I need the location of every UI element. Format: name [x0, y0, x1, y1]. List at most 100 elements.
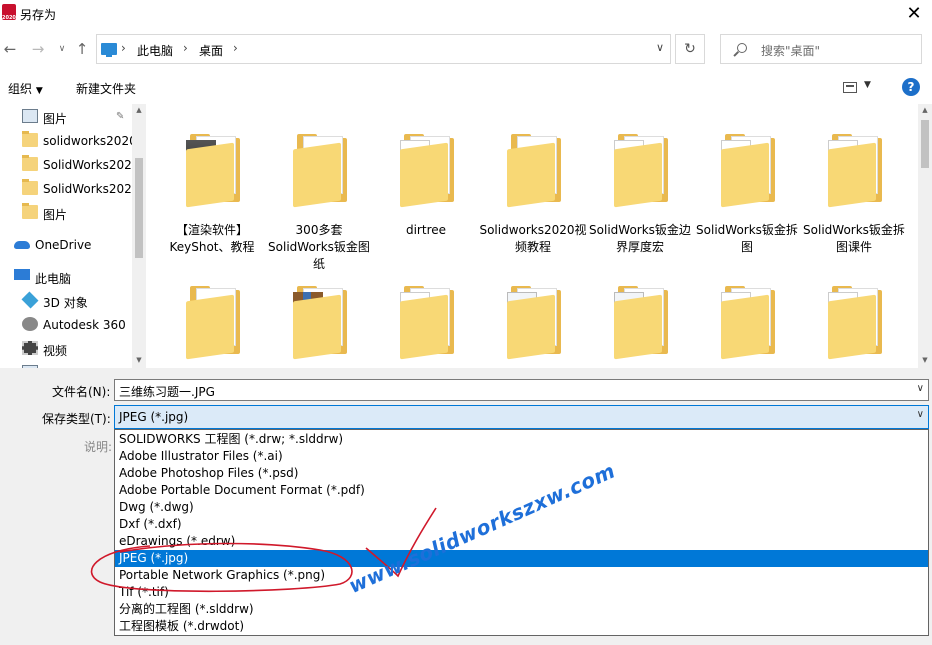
folder-icon: [717, 284, 779, 360]
file-tile[interactable]: SolidWorks钣金拆图课件: [803, 118, 905, 268]
folder-icon: [396, 284, 458, 360]
chevron-down-icon[interactable]: ∨: [917, 383, 924, 394]
filetype-select[interactable]: JPEG (*.jpg) ∨: [114, 405, 929, 429]
sidebar-item-folder[interactable]: solidworks2020: [0, 130, 132, 152]
file-tile-label: SolidWorks钣金边界厚度宏: [589, 223, 691, 254]
sidebar-item-autodesk-360[interactable]: Autodesk 360: [0, 314, 132, 336]
file-tile[interactable]: dirtree: [376, 118, 476, 268]
folder-icon: [717, 132, 779, 208]
filename-label: 文件名(N):: [52, 385, 111, 399]
forward-arrow-icon[interactable]: →: [28, 38, 48, 60]
up-arrow-icon[interactable]: ↑: [72, 38, 92, 60]
3d-objects-icon: [21, 291, 39, 309]
file-tile[interactable]: 300多套SolidWorks钣金图纸: [268, 118, 370, 271]
autodesk-icon: [22, 317, 38, 331]
breadcrumb-separator-icon[interactable]: ›: [233, 41, 238, 55]
filetype-option[interactable]: Adobe Photoshop Files (*.psd): [115, 465, 928, 482]
view-mode-icon[interactable]: [843, 82, 857, 93]
pictures-icon: [22, 109, 38, 123]
new-folder-button[interactable]: 新建文件夹: [76, 80, 136, 97]
search-box[interactable]: 搜索"桌面": [720, 34, 922, 64]
scroll-up-icon[interactable]: ▲: [132, 106, 146, 114]
solidworks-app-icon: [2, 4, 16, 21]
folder-icon: [289, 132, 351, 208]
filetype-dropdown-list[interactable]: SOLIDWORKS 工程图 (*.drw; *.slddrw) Adobe Il…: [114, 429, 929, 636]
filetype-value: JPEG (*.jpg): [119, 410, 189, 424]
file-tile[interactable]: [590, 270, 690, 368]
breadcrumb-this-pc[interactable]: 此电脑: [137, 42, 173, 59]
filetype-option[interactable]: JPEG (*.jpg): [115, 550, 928, 567]
filetype-option[interactable]: SOLIDWORKS 工程图 (*.drw; *.slddrw): [115, 431, 928, 448]
scroll-down-icon[interactable]: ▼: [918, 356, 932, 364]
breadcrumb-separator-icon[interactable]: ›: [183, 41, 188, 55]
breadcrumb-separator-icon[interactable]: ›: [121, 41, 126, 55]
sidebar-item-folder[interactable]: SolidWorks2020: [0, 178, 132, 200]
file-tile-label: 300多套SolidWorks钣金图纸: [268, 223, 370, 271]
file-tile[interactable]: Solidworks2020视频教程: [479, 118, 587, 268]
command-toolbar: 组织 ▼ 新建文件夹 ▼: [0, 70, 932, 104]
file-tile[interactable]: 【渲染软件】KeyShot、教程: [162, 118, 262, 268]
organize-label: 组织: [8, 82, 33, 96]
file-tile[interactable]: [804, 270, 904, 368]
filetype-option[interactable]: eDrawings (*.edrw): [115, 533, 928, 550]
search-placeholder[interactable]: 搜索"桌面": [761, 42, 820, 59]
filename-value[interactable]: 三维练习题一.JPG: [119, 383, 215, 400]
folder-icon: [503, 284, 565, 360]
file-tile-label: SolidWorks钣金拆图: [696, 223, 798, 254]
filetype-option[interactable]: 工程图模板 (*.drwdot): [115, 618, 928, 635]
file-tile[interactable]: [376, 270, 476, 368]
sidebar-item-label: SolidWorks2020: [43, 182, 132, 196]
sidebar-item-onedrive[interactable]: OneDrive: [0, 234, 132, 256]
computer-icon: [14, 269, 30, 280]
sidebar-scrollbar-thumb[interactable]: [135, 158, 143, 258]
file-tile-label: SolidWorks钣金拆图课件: [803, 223, 905, 254]
file-tile[interactable]: [162, 270, 262, 368]
folder-icon: [182, 132, 244, 208]
close-button[interactable]: ✕: [896, 0, 932, 28]
back-arrow-icon[interactable]: ←: [0, 38, 20, 60]
folder-icon: [22, 155, 38, 171]
file-tile-label: 【渲染软件】KeyShot、教程: [169, 223, 255, 254]
sidebar-item-label: SolidWorks2020: [43, 158, 132, 172]
file-tile-label: Solidworks2020视频教程: [479, 223, 587, 254]
address-dropdown-icon[interactable]: ∨: [656, 41, 664, 54]
sidebar-item-folder[interactable]: SolidWorks2020: [0, 154, 132, 176]
filetype-option[interactable]: 分离的工程图 (*.slddrw): [115, 601, 928, 618]
sidebar-item-label: 此电脑: [35, 272, 72, 286]
file-tile[interactable]: [269, 270, 369, 368]
filetype-option[interactable]: Portable Network Graphics (*.png): [115, 567, 928, 584]
refresh-icon[interactable]: ↻: [675, 34, 705, 64]
title-bar: 另存为 ✕: [0, 0, 932, 30]
scroll-up-icon[interactable]: ▲: [918, 106, 932, 114]
help-icon[interactable]: ?: [902, 78, 920, 96]
sidebar-item-this-pc[interactable]: 此电脑: [0, 266, 132, 288]
recent-locations-chevron-icon[interactable]: ∨: [52, 38, 72, 60]
view-dropdown-icon[interactable]: ▼: [864, 80, 871, 90]
folder-icon: [22, 203, 38, 219]
sidebar-item-3d-objects[interactable]: 3D 对象: [0, 290, 132, 312]
filetype-option[interactable]: Tif (*.tif): [115, 584, 928, 601]
pin-icon: ✎: [116, 111, 125, 122]
sidebar-item-pictures-pinned[interactable]: 图片 ✎: [0, 106, 132, 128]
folder-icon: [503, 132, 565, 208]
scroll-down-icon[interactable]: ▼: [132, 356, 146, 364]
chevron-down-icon: ▼: [35, 86, 43, 96]
file-tile[interactable]: [697, 270, 797, 368]
file-list-scrollbar-thumb[interactable]: [921, 120, 929, 168]
filetype-option[interactable]: Adobe Illustrator Files (*.ai): [115, 448, 928, 465]
file-tile[interactable]: [483, 270, 583, 368]
organize-menu[interactable]: 组织 ▼: [8, 80, 43, 97]
filename-field[interactable]: 三维练习题一.JPG ∨: [114, 379, 929, 401]
folder-icon: [824, 132, 886, 208]
breadcrumb-desktop[interactable]: 桌面: [199, 42, 223, 59]
chevron-down-icon[interactable]: ∨: [917, 409, 924, 420]
description-label: 说明:: [84, 440, 113, 454]
sidebar-item-videos[interactable]: 视频: [0, 338, 132, 360]
folder-icon: [182, 284, 244, 360]
sidebar-item-folder[interactable]: 图片: [0, 202, 132, 224]
file-tile[interactable]: SolidWorks钣金拆图: [696, 118, 798, 268]
navigation-pane: 图片 ✎ solidworks2020 SolidWorks2020 Solid…: [0, 104, 146, 368]
file-tile[interactable]: SolidWorks钣金边界厚度宏: [589, 118, 691, 268]
address-bar[interactable]: › 此电脑 › 桌面 › ∨: [96, 34, 671, 64]
onedrive-icon: [14, 241, 30, 249]
